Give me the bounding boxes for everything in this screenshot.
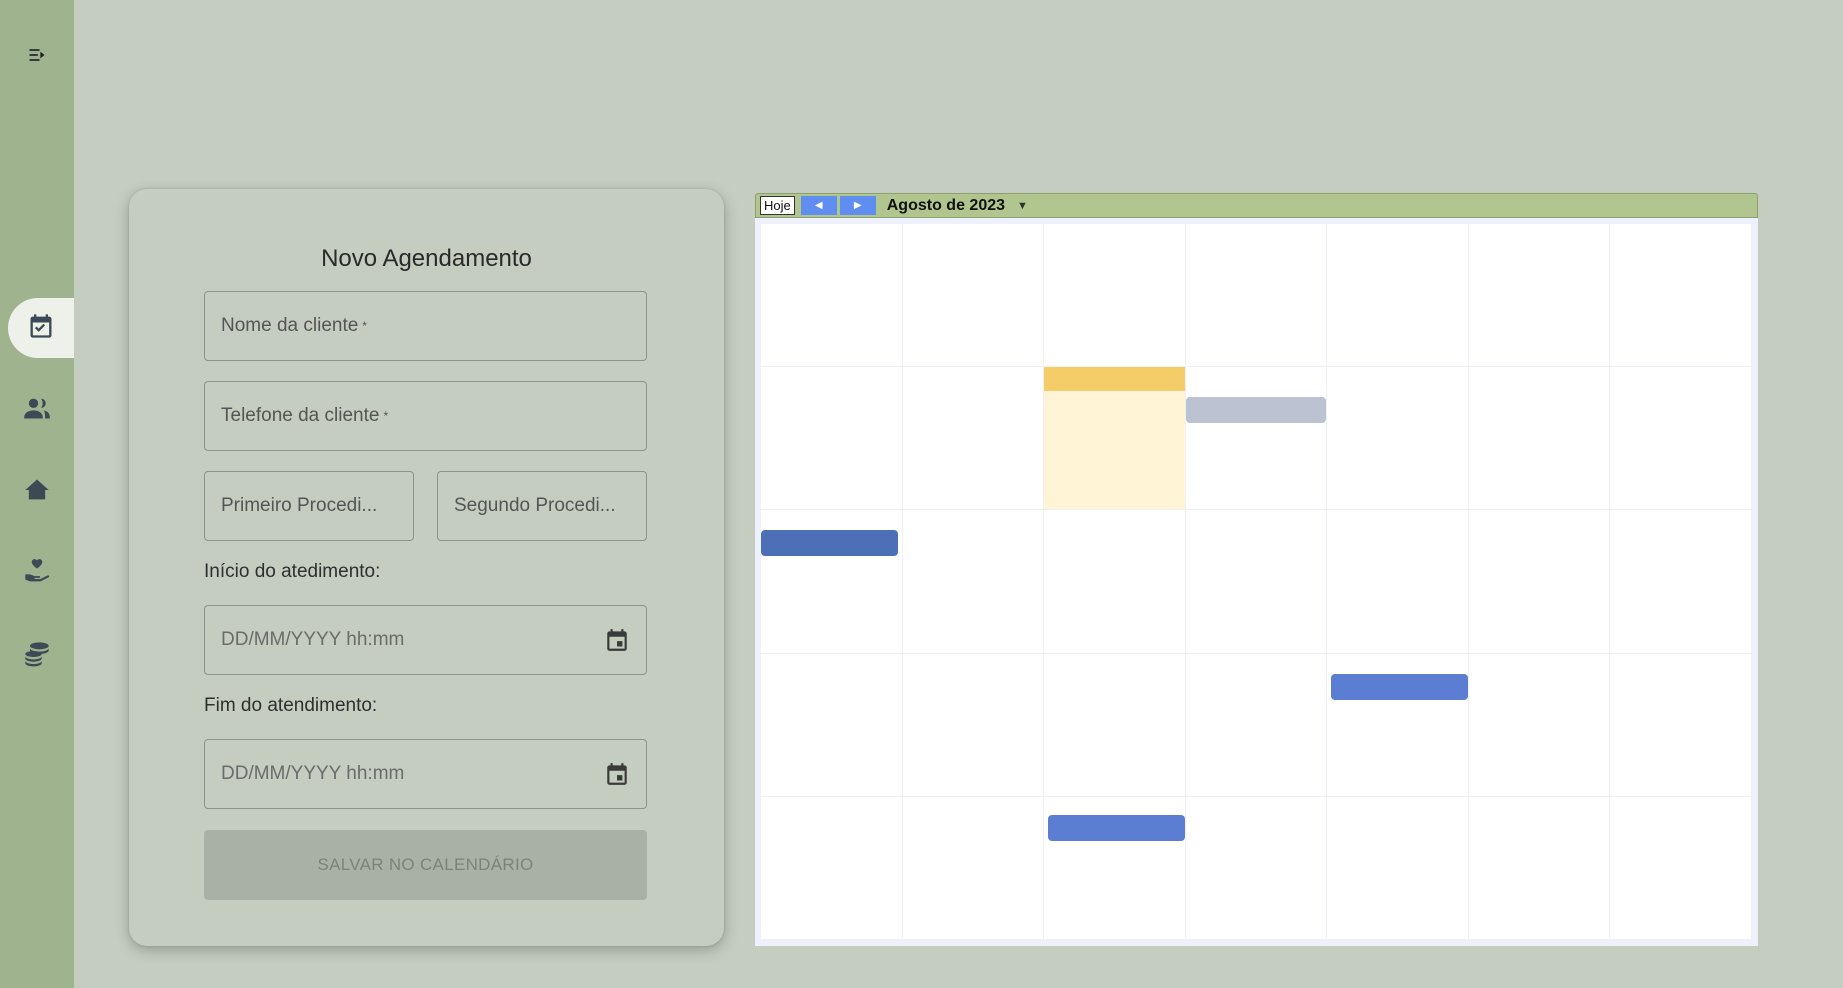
first-procedure-select[interactable]: Primeiro Procedi... xyxy=(204,471,414,541)
client-name-field[interactable]: Nome da cliente * xyxy=(204,291,647,361)
calendar-day[interactable] xyxy=(1610,224,1752,368)
calendar-day[interactable] xyxy=(761,224,903,368)
client-phone-label: Telefone da cliente xyxy=(221,405,380,426)
chevron-down-icon[interactable]: ▼ xyxy=(1017,200,1028,212)
calendar-icon[interactable] xyxy=(604,761,630,787)
calendar-day[interactable] xyxy=(1468,367,1611,511)
client-phone-field[interactable]: Telefone da cliente * xyxy=(204,381,647,451)
calendar-day[interactable] xyxy=(1610,653,1752,797)
client-name-label: Nome da cliente xyxy=(221,315,359,336)
calendar-day[interactable] xyxy=(1327,510,1469,654)
calendar-day[interactable] xyxy=(1327,653,1469,797)
calendar-day[interactable] xyxy=(1468,510,1611,654)
calendar-day[interactable] xyxy=(1185,367,1328,511)
end-datetime-input[interactable]: DD/MM/YYYY hh:mm xyxy=(204,739,647,809)
calendar-toolbar: Hoje ◀ ▶ Agosto de 2023 ▼ xyxy=(755,193,1758,218)
first-procedure-label: Primeiro Procedi... xyxy=(221,495,378,516)
next-month-button[interactable]: ▶ xyxy=(839,196,876,215)
calendar-day[interactable] xyxy=(1610,796,1752,940)
calendar-day[interactable] xyxy=(1185,510,1328,654)
sidebar-item-calendar[interactable] xyxy=(8,298,74,358)
sidebar-item-finance[interactable] xyxy=(0,626,74,686)
calendar: Hoje ◀ ▶ Agosto de 2023 ▼ xyxy=(755,193,1758,946)
chevron-left-icon: ◀ xyxy=(814,199,823,211)
calendar-day[interactable] xyxy=(1327,796,1469,940)
second-procedure-select[interactable]: Segundo Procedi... xyxy=(437,471,647,541)
required-mark: * xyxy=(362,319,367,333)
calendar-check-icon xyxy=(27,312,55,345)
new-appointment-card: Novo Agendamento Nome da cliente * Telefo… xyxy=(129,189,724,946)
menu-toggle-icon[interactable] xyxy=(22,42,52,68)
calendar-day[interactable] xyxy=(902,367,1045,511)
calendar-event[interactable] xyxy=(1185,397,1327,424)
start-label: Início do atedimento: xyxy=(204,561,381,582)
start-datetime-input[interactable]: DD/MM/YYYY hh:mm xyxy=(204,605,647,675)
month-label: Agosto de 2023 xyxy=(886,196,1006,214)
calendar-day[interactable] xyxy=(1327,224,1469,368)
hand-heart-icon xyxy=(23,558,51,591)
calendar-icon[interactable] xyxy=(604,627,630,653)
chevron-right-icon: ▶ xyxy=(853,199,862,211)
coins-icon xyxy=(23,640,51,673)
calendar-day[interactable] xyxy=(1044,224,1186,368)
calendar-day[interactable] xyxy=(1185,796,1328,940)
calendar-day[interactable] xyxy=(1327,367,1469,511)
calendar-day[interactable] xyxy=(1468,653,1611,797)
calendar-day[interactable] xyxy=(902,653,1045,797)
start-placeholder: DD/MM/YYYY hh:mm xyxy=(221,629,405,650)
calendar-day[interactable] xyxy=(1044,510,1186,654)
calendar-day[interactable] xyxy=(761,510,903,654)
sidebar-item-care[interactable] xyxy=(0,544,74,604)
calendar-day[interactable] xyxy=(1468,796,1611,940)
sidebar xyxy=(0,0,74,988)
calendar-day[interactable] xyxy=(761,653,903,797)
calendar-day[interactable] xyxy=(1610,510,1752,654)
home-icon xyxy=(23,476,51,509)
calendar-day[interactable] xyxy=(761,796,903,940)
calendar-day[interactable] xyxy=(902,796,1045,940)
calendar-event[interactable] xyxy=(1048,814,1185,841)
calendar-day[interactable] xyxy=(1610,367,1752,511)
calendar-day[interactable] xyxy=(1185,653,1328,797)
calendar-day[interactable] xyxy=(902,510,1045,654)
calendar-grid xyxy=(755,218,1758,946)
sidebar-item-clients[interactable] xyxy=(0,380,74,440)
calendar-day[interactable] xyxy=(1044,796,1186,940)
calendar-event[interactable] xyxy=(1331,673,1468,700)
calendar-day[interactable] xyxy=(902,224,1045,368)
calendar-event[interactable] xyxy=(761,530,898,557)
save-to-calendar-button[interactable]: SALVAR NO CALENDÁRIO xyxy=(204,830,647,900)
today-button[interactable]: Hoje xyxy=(760,196,795,215)
form-title: Novo Agendamento xyxy=(321,245,532,272)
prev-month-button[interactable]: ◀ xyxy=(800,196,837,215)
users-icon xyxy=(23,394,51,427)
end-placeholder: DD/MM/YYYY hh:mm xyxy=(221,763,405,784)
calendar-day[interactable] xyxy=(1044,653,1186,797)
calendar-day-today[interactable] xyxy=(1044,367,1186,511)
required-mark: * xyxy=(383,409,389,423)
calendar-day[interactable] xyxy=(1185,224,1328,368)
calendar-day[interactable] xyxy=(761,367,903,511)
sidebar-item-home[interactable] xyxy=(0,462,74,522)
calendar-day[interactable] xyxy=(1468,224,1611,368)
second-procedure-label: Segundo Procedi... xyxy=(454,495,616,516)
end-label: Fim do atendimento: xyxy=(204,695,378,716)
